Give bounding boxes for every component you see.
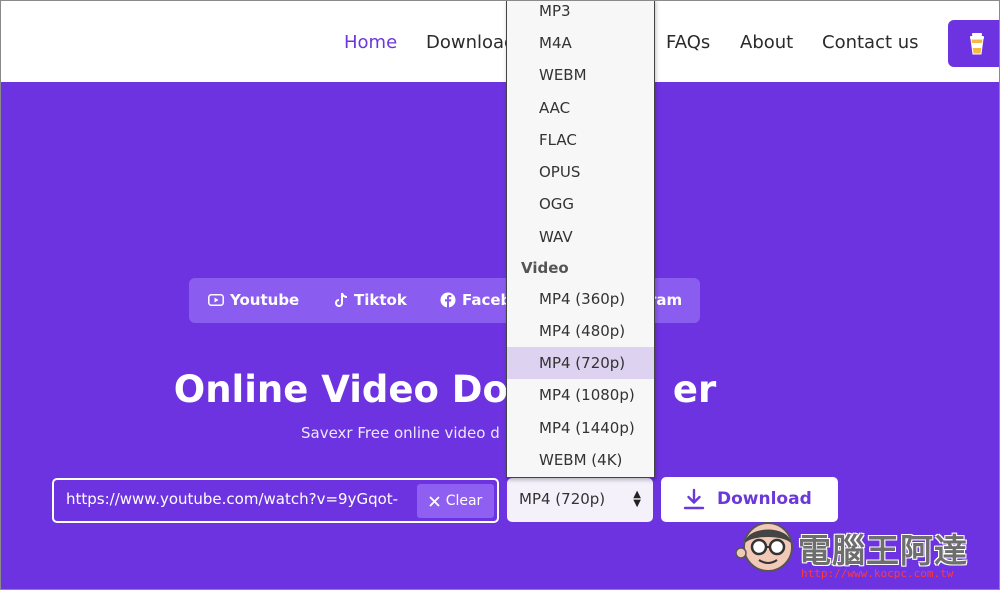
download-icon — [683, 488, 705, 510]
nav-contact-link[interactable]: Contact us — [822, 32, 919, 53]
tab-tiktok[interactable]: Tiktok — [334, 291, 407, 309]
download-button-label: Download — [717, 489, 812, 509]
option-mp4-720p[interactable]: MP4 (720p) — [507, 347, 654, 379]
tab-tiktok-label: Tiktok — [354, 291, 407, 309]
option-mp3[interactable]: MP3 — [507, 1, 654, 27]
tab-youtube[interactable]: Youtube — [208, 291, 299, 309]
page-title-right: er — [672, 368, 717, 411]
nav-about-link[interactable]: About — [740, 32, 793, 53]
option-mp4-1080p[interactable]: MP4 (1080p) — [507, 379, 654, 411]
option-webm-4k[interactable]: WEBM (4K) — [507, 444, 654, 476]
format-select-value: MP4 (720p) — [519, 490, 606, 508]
option-m4a[interactable]: M4A — [507, 27, 654, 59]
clear-button[interactable]: Clear — [417, 484, 494, 518]
page-title-left: Online Video Do — [173, 368, 508, 411]
page-title: Online Video Do er — [1, 368, 889, 411]
option-flac[interactable]: FLAC — [507, 124, 654, 156]
nav-home-link[interactable]: Home — [344, 32, 397, 53]
tab-youtube-label: Youtube — [230, 291, 300, 309]
group-video-label: Video — [521, 259, 569, 277]
select-arrows-icon: ▲ ▼ — [633, 489, 641, 509]
option-mp4-360p[interactable]: MP4 (360p) — [507, 283, 654, 315]
watermark-mascot-logo — [735, 522, 793, 572]
top-navigation-bar: Home Download FAQs About Contact us — [1, 1, 999, 82]
facebook-icon — [440, 292, 456, 308]
app-frame: Home Download FAQs About Contact us Yout… — [0, 0, 1000, 590]
option-opus[interactable]: OPUS — [507, 156, 654, 188]
url-field: https://www.youtube.com/watch?v=9yGqot- … — [52, 478, 499, 523]
coffee-cup-icon — [970, 33, 984, 55]
page-subtitle: Savexr Free online video d — [301, 424, 500, 442]
close-icon — [429, 495, 440, 507]
option-mp4-1440p[interactable]: MP4 (1440p) — [507, 412, 654, 444]
format-dropdown-list: MP3 M4A WEBM AAC FLAC OPUS OGG WAV Video… — [506, 1, 655, 478]
option-wav[interactable]: WAV — [507, 221, 654, 253]
clear-button-label: Clear — [445, 493, 483, 509]
tab-facebook[interactable]: Faceb — [440, 291, 511, 309]
format-select[interactable]: MP4 (720p) ▲ ▼ — [507, 478, 653, 522]
watermark-url: http://www.kocpc.com.tw — [801, 567, 954, 580]
nav-download-link[interactable]: Download — [426, 32, 515, 53]
option-mp4-480p[interactable]: MP4 (480p) — [507, 315, 654, 347]
url-input[interactable]: https://www.youtube.com/watch?v=9yGqot- — [66, 490, 416, 508]
watermark-text: 電腦王阿達 — [798, 531, 968, 570]
tab-facebook-label: Faceb — [462, 291, 512, 309]
nav-faqs-link[interactable]: FAQs — [666, 32, 710, 53]
option-aac[interactable]: AAC — [507, 92, 654, 124]
tiktok-icon — [335, 292, 348, 307]
option-webm[interactable]: WEBM — [507, 59, 654, 91]
option-ogg[interactable]: OGG — [507, 188, 654, 220]
buy-coffee-button[interactable] — [948, 20, 999, 67]
youtube-icon — [208, 294, 224, 306]
